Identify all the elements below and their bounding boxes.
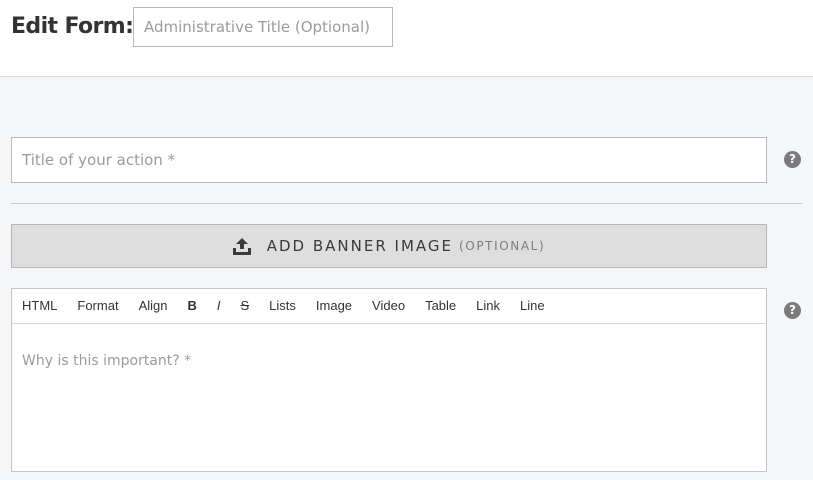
title-help-icon[interactable]: ? [784, 151, 801, 168]
administrative-title-input[interactable] [133, 7, 393, 47]
description-help-icon[interactable]: ? [784, 302, 801, 319]
toolbar-line-button[interactable]: Line [510, 289, 555, 323]
section-divider [11, 203, 802, 204]
toolbar-align-button[interactable]: Align [129, 289, 178, 323]
banner-optional-label: (OPTIONAL) [459, 239, 546, 253]
description-editor: HTML Format Align B I S Lists Image Vide… [11, 288, 767, 472]
toolbar-video-button[interactable]: Video [362, 289, 415, 323]
page-title: Edit Form: [11, 14, 134, 39]
toolbar-html-button[interactable]: HTML [12, 289, 67, 323]
toolbar-link-button[interactable]: Link [466, 289, 510, 323]
editor-text-area[interactable]: Why is this important? * [12, 324, 766, 369]
action-title-input[interactable] [11, 137, 767, 183]
page-header: Edit Form: [0, 0, 813, 77]
toolbar-bold-button[interactable]: B [177, 289, 206, 323]
editor-placeholder: Why is this important? * [22, 353, 192, 369]
toolbar-image-button[interactable]: Image [306, 289, 362, 323]
toolbar-italic-button[interactable]: I [207, 289, 231, 323]
banner-button-label: ADD BANNER IMAGE [266, 237, 454, 255]
toolbar-lists-button[interactable]: Lists [259, 289, 306, 323]
upload-icon [232, 237, 251, 255]
toolbar-table-button[interactable]: Table [415, 289, 466, 323]
toolbar-format-button[interactable]: Format [67, 289, 128, 323]
toolbar-strikethrough-button[interactable]: S [231, 289, 260, 323]
editor-toolbar: HTML Format Align B I S Lists Image Vide… [12, 289, 766, 324]
add-banner-image-button[interactable]: ADD BANNER IMAGE (OPTIONAL) [11, 224, 767, 268]
